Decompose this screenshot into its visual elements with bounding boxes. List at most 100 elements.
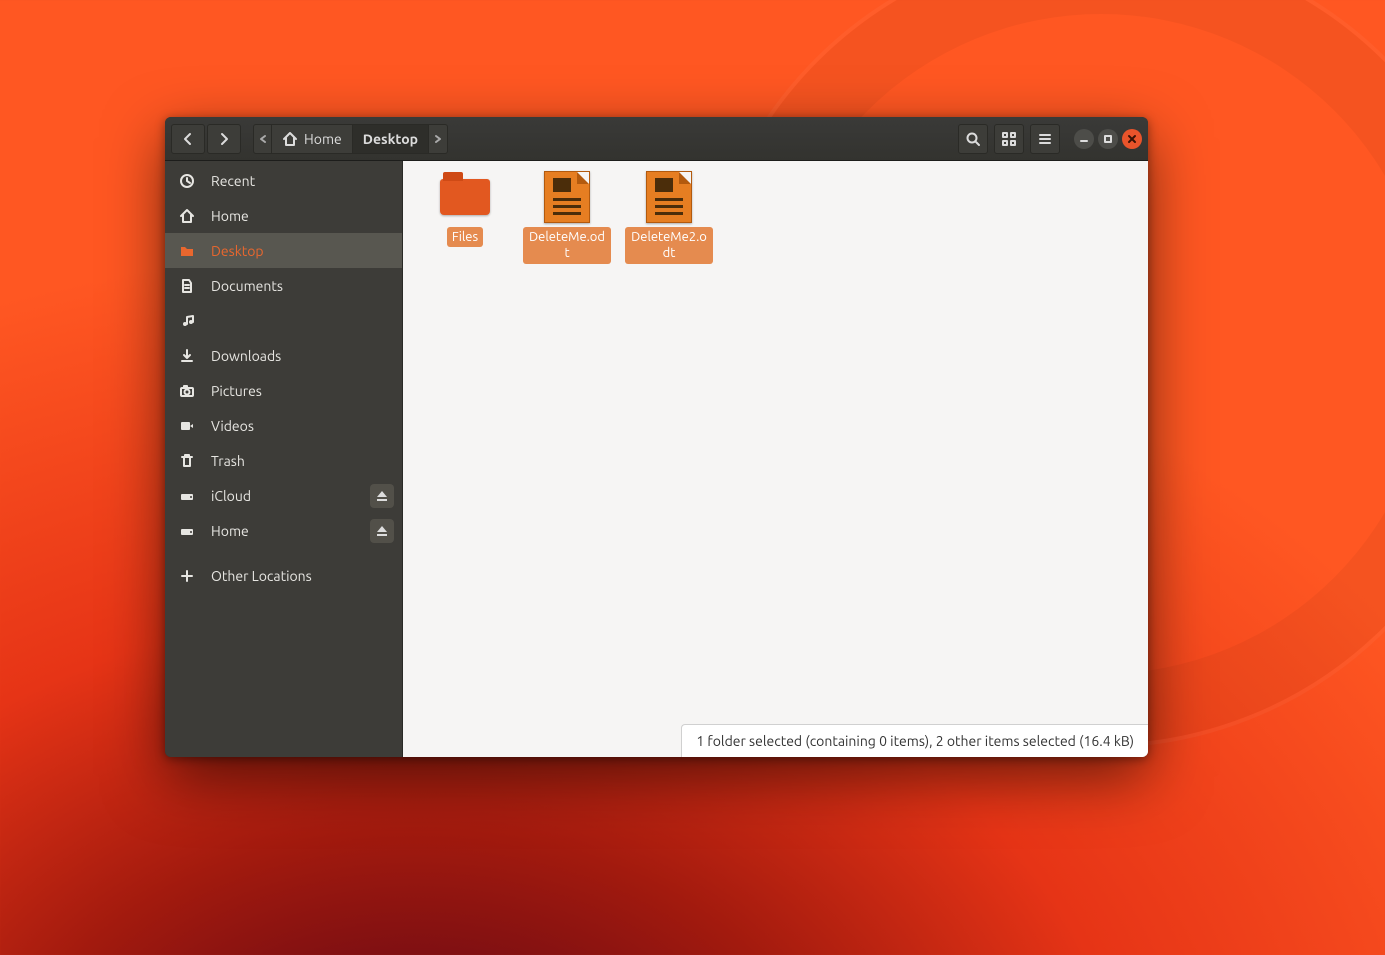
breadcrumb-current-label: Desktop bbox=[363, 131, 418, 147]
caret-right-icon bbox=[433, 134, 443, 144]
eject-icon bbox=[374, 488, 390, 504]
sidebar-item-trash[interactable]: Trash bbox=[165, 443, 402, 478]
sidebar-item-home[interactable]: Home bbox=[165, 513, 402, 548]
nav-buttons bbox=[171, 124, 241, 154]
maximize-button[interactable] bbox=[1098, 129, 1118, 149]
home-icon-wrap bbox=[177, 208, 197, 224]
drive-icon bbox=[179, 523, 195, 539]
folder-icon bbox=[440, 179, 490, 215]
video-icon-wrap bbox=[177, 418, 197, 434]
view-toggle-button[interactable] bbox=[994, 124, 1024, 154]
camera-icon bbox=[179, 383, 195, 399]
sidebar-item-downloads[interactable]: Downloads bbox=[165, 338, 402, 373]
status-text: 1 folder selected (containing 0 items), … bbox=[696, 733, 1134, 749]
sidebar-item-label: Trash bbox=[211, 453, 245, 469]
clock-icon bbox=[179, 173, 195, 189]
breadcrumb-home-label: Home bbox=[304, 131, 342, 147]
file-thumbnail bbox=[641, 171, 697, 223]
caret-left-icon bbox=[258, 134, 268, 144]
minimize-button[interactable] bbox=[1074, 129, 1094, 149]
sidebar-item-music-icon[interactable] bbox=[165, 303, 402, 338]
file-grid[interactable]: Files DeleteMe.odt DeleteMe2.odt bbox=[403, 161, 1148, 724]
window-controls bbox=[1074, 129, 1142, 149]
breadcrumb-current[interactable]: Desktop bbox=[353, 125, 429, 153]
file-manager-window: Home Desktop bbox=[165, 117, 1148, 757]
video-icon bbox=[179, 418, 195, 434]
breadcrumb-next-button[interactable] bbox=[429, 125, 447, 153]
back-button[interactable] bbox=[171, 124, 205, 154]
sidebar-item-label: Home bbox=[211, 523, 249, 539]
plus-icon-wrap bbox=[177, 568, 197, 584]
toolbar-buttons bbox=[958, 124, 1060, 154]
forward-button[interactable] bbox=[207, 124, 241, 154]
sidebar-item-label: iCloud bbox=[211, 488, 251, 504]
sidebar-item-label: Videos bbox=[211, 418, 254, 434]
search-icon bbox=[965, 131, 981, 147]
eject-button[interactable] bbox=[370, 484, 394, 508]
trash-icon bbox=[179, 453, 195, 469]
drive-icon-wrap bbox=[177, 488, 197, 504]
sidebar-item-home[interactable]: Home bbox=[165, 198, 402, 233]
file-item[interactable]: DeleteMe.odt bbox=[523, 171, 611, 264]
close-button[interactable] bbox=[1122, 129, 1142, 149]
grid-icon bbox=[1001, 131, 1017, 147]
minimize-icon bbox=[1079, 134, 1089, 144]
close-icon bbox=[1127, 134, 1137, 144]
sidebar-item-label: Documents bbox=[211, 278, 283, 294]
clock-icon-wrap bbox=[177, 173, 197, 189]
drive-icon-wrap bbox=[177, 523, 197, 539]
sidebar-item-label: Home bbox=[211, 208, 249, 224]
breadcrumb-prev-button[interactable] bbox=[254, 125, 272, 153]
file-thumbnail bbox=[539, 171, 595, 223]
headerbar: Home Desktop bbox=[165, 117, 1148, 161]
download-icon bbox=[179, 348, 195, 364]
drive-icon bbox=[179, 488, 195, 504]
download-icon-wrap bbox=[177, 348, 197, 364]
status-bar: 1 folder selected (containing 0 items), … bbox=[681, 724, 1148, 757]
hamburger-icon bbox=[1037, 131, 1053, 147]
document-icon-wrap bbox=[177, 278, 197, 294]
music-icon bbox=[179, 313, 195, 329]
file-item[interactable]: Files bbox=[421, 171, 509, 264]
sidebar-item-recent[interactable]: Recent bbox=[165, 163, 402, 198]
sidebar-item-label: Pictures bbox=[211, 383, 262, 399]
file-item[interactable]: DeleteMe2.odt bbox=[625, 171, 713, 264]
sidebar-item-label: Recent bbox=[211, 173, 255, 189]
chevron-right-icon bbox=[216, 131, 232, 147]
eject-button[interactable] bbox=[370, 519, 394, 543]
document-icon bbox=[646, 171, 692, 223]
file-thumbnail bbox=[437, 171, 493, 223]
folder-icon-wrap bbox=[177, 243, 197, 259]
maximize-icon bbox=[1103, 134, 1113, 144]
sidebar: Recent Home Desktop Documents Downloads Pictu… bbox=[165, 161, 403, 757]
file-label: Files bbox=[447, 227, 483, 247]
search-button[interactable] bbox=[958, 124, 988, 154]
home-icon bbox=[282, 131, 298, 147]
sidebar-item-icloud[interactable]: iCloud bbox=[165, 478, 402, 513]
sidebar-item-label: Downloads bbox=[211, 348, 281, 364]
trash-icon-wrap bbox=[177, 453, 197, 469]
sidebar-item-documents[interactable]: Documents bbox=[165, 268, 402, 303]
file-label: DeleteMe.odt bbox=[523, 227, 611, 264]
file-label: DeleteMe2.odt bbox=[625, 227, 713, 264]
breadcrumb: Home Desktop bbox=[253, 124, 448, 154]
home-icon bbox=[179, 208, 195, 224]
music-icon-wrap bbox=[177, 313, 197, 329]
sidebar-item-desktop[interactable]: Desktop bbox=[165, 233, 402, 268]
folder-icon bbox=[179, 243, 195, 259]
sidebar-item-other-locations[interactable]: Other Locations bbox=[165, 558, 402, 593]
content-area[interactable]: Files DeleteMe.odt DeleteMe2.odt 1 folder … bbox=[403, 161, 1148, 757]
sidebar-item-label: Desktop bbox=[211, 243, 264, 259]
breadcrumb-home[interactable]: Home bbox=[272, 125, 353, 153]
camera-icon-wrap bbox=[177, 383, 197, 399]
document-icon bbox=[179, 278, 195, 294]
sidebar-item-pictures[interactable]: Pictures bbox=[165, 373, 402, 408]
chevron-left-icon bbox=[180, 131, 196, 147]
menu-button[interactable] bbox=[1030, 124, 1060, 154]
window-body: Recent Home Desktop Documents Downloads Pictu… bbox=[165, 161, 1148, 757]
document-icon bbox=[544, 171, 590, 223]
plus-icon bbox=[179, 568, 195, 584]
eject-icon bbox=[374, 523, 390, 539]
sidebar-item-videos[interactable]: Videos bbox=[165, 408, 402, 443]
sidebar-item-label: Other Locations bbox=[211, 568, 312, 584]
